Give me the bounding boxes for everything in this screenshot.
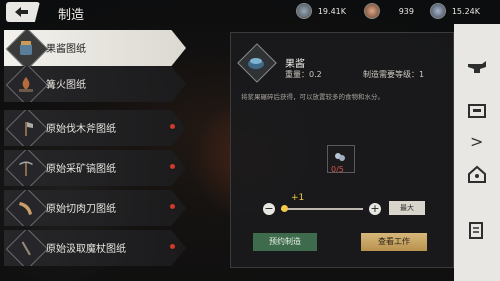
increase-quantity-button[interactable]: +	[369, 203, 381, 215]
resource-silver[interactable]: 19.41K	[296, 3, 346, 19]
top-bar: 制造 19.41K 939 15.24K	[0, 0, 500, 24]
copper-coin-icon	[364, 3, 380, 19]
back-arrow-icon	[15, 7, 28, 17]
recipe-detail-panel: 果酱 重量：0.2 制造需要等级：1 将浆果碾碎后获得，可以放置较多的食物和水分…	[230, 32, 454, 268]
recipe-item-pickaxe[interactable]: 原始采矿镐图纸	[4, 150, 186, 186]
recipe-item-axe[interactable]: 原始伐木斧图纸	[4, 110, 186, 146]
resource-gem[interactable]: 15.24K	[430, 3, 480, 19]
quantity-slider-handle[interactable]	[281, 205, 288, 212]
recipe-label: 原始伐木斧图纸	[46, 124, 116, 135]
material-count: 0/5	[331, 165, 344, 174]
quantity-slider[interactable]	[281, 208, 363, 210]
cleaver-icon	[19, 202, 32, 215]
required-level: 制造需要等级：1	[363, 70, 425, 79]
gem-icon	[430, 3, 446, 19]
new-alert-dot	[170, 164, 175, 169]
wand-icon	[21, 241, 31, 256]
anvil-icon[interactable]	[466, 58, 488, 78]
decrease-quantity-button[interactable]: −	[263, 203, 275, 215]
jam-icon	[248, 58, 264, 69]
silver-coin-icon	[296, 3, 312, 19]
resource-value: 15.24K	[451, 6, 480, 16]
new-alert-dot	[170, 244, 175, 249]
resource-value: 19.41K	[317, 6, 346, 16]
recipe-label: 原始采矿镐图纸	[46, 164, 116, 175]
view-work-button[interactable]: 查看工作	[361, 233, 427, 251]
item-description: 将浆果碾碎后获得，可以放置较多的食物和水分。	[241, 93, 384, 101]
quantity-delta: +1	[291, 193, 305, 203]
recipe-item-jam[interactable]: 果酱图纸	[4, 30, 186, 66]
new-alert-dot	[170, 124, 175, 129]
house-icon[interactable]	[466, 164, 488, 184]
item-name: 果酱	[285, 59, 305, 70]
reserve-craft-button[interactable]: 预约制造	[253, 233, 317, 251]
max-quantity-button[interactable]: 最大	[389, 201, 425, 215]
back-button[interactable]	[6, 2, 40, 22]
pickaxe-icon	[19, 161, 33, 176]
campfire-icon	[19, 77, 33, 92]
recipe-item-cleaver[interactable]: 原始切肉刀图纸	[4, 190, 186, 226]
right-sidebar: >	[454, 24, 500, 281]
recipe-label: 原始切肉刀图纸	[46, 204, 116, 215]
recipe-item-wand[interactable]: 原始汲取魔杖图纸	[4, 230, 186, 266]
new-alert-dot	[170, 204, 175, 209]
chevron-right-icon[interactable]: >	[470, 132, 483, 151]
axe-icon	[25, 122, 33, 136]
recipe-item-campfire[interactable]: 篝火图纸	[4, 66, 186, 102]
item-weight: 重量：0.2	[285, 70, 322, 79]
jam-jar-icon	[20, 41, 32, 55]
recipe-label: 果酱图纸	[46, 44, 86, 55]
scroll-quest-icon[interactable]	[466, 220, 488, 240]
resource-value: 939	[398, 6, 414, 16]
recipe-label: 篝火图纸	[46, 80, 86, 91]
storage-box-icon[interactable]	[466, 100, 488, 120]
resource-copper[interactable]: 939	[364, 3, 414, 19]
page-title: 制造	[58, 8, 85, 23]
recipe-label: 原始汲取魔杖图纸	[46, 244, 126, 255]
